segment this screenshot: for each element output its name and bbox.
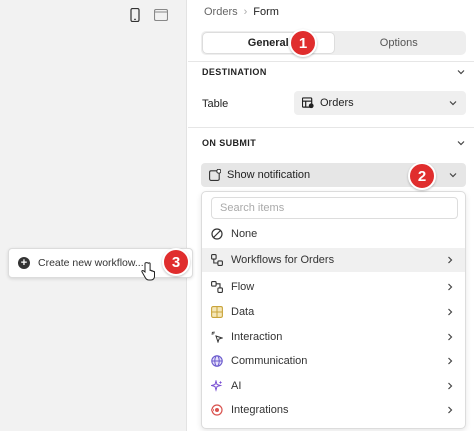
breadcrumb-parent[interactable]: Orders (204, 6, 238, 18)
menu-item-label: Data (231, 306, 255, 318)
chevron-down-icon (449, 101, 457, 106)
on-submit-heading: ON SUBMIT (202, 138, 257, 148)
menu-item-flow[interactable]: Flow (202, 275, 465, 299)
search-items-input[interactable] (211, 197, 458, 219)
table-label: Table (202, 98, 229, 110)
menu-item-label: Flow (231, 281, 255, 293)
menu-item-label: Workflows for Orders (231, 254, 335, 266)
breadcrumb-separator: › (243, 6, 248, 18)
menu-item-communication[interactable]: Communication (202, 349, 465, 373)
tablet-icon[interactable] (154, 8, 168, 22)
chevron-down-icon[interactable] (456, 138, 466, 148)
menu-item-interaction[interactable]: Interaction (202, 325, 465, 349)
chevron-right-icon (448, 333, 453, 341)
step-badge-2: 2 (408, 162, 436, 190)
flow-icon (211, 281, 223, 293)
workflow-icon (211, 254, 223, 266)
tab-options[interactable]: Options (334, 33, 465, 53)
data-grid-icon (211, 306, 223, 318)
menu-item-label: AI (231, 380, 242, 392)
chevron-right-icon (448, 382, 453, 390)
canvas-pane (0, 0, 187, 431)
menu-item-data[interactable]: Data (202, 300, 465, 324)
step-badge-1: 1 (289, 29, 317, 57)
action-dropdown-menu: None Workflows for Orders Flow Data Inte… (201, 191, 466, 429)
panel-tabs: General Options (201, 31, 466, 55)
integrations-icon (211, 404, 223, 416)
table-value: Orders (320, 97, 354, 109)
properties-panel: Orders › Form General Options DESTINATIO… (188, 0, 474, 431)
notification-icon (209, 169, 221, 181)
menu-item-integrations[interactable]: Integrations (202, 398, 465, 422)
chevron-right-icon (448, 357, 453, 365)
on-submit-value: Show notification (227, 169, 311, 181)
chevron-right-icon (448, 283, 453, 291)
mobile-icon[interactable] (128, 8, 142, 22)
interaction-cursor-icon (211, 331, 223, 343)
divider (188, 127, 474, 128)
menu-item-workflows[interactable]: Workflows for Orders (202, 248, 465, 272)
chevron-down-icon (449, 173, 457, 178)
globe-icon (211, 355, 223, 367)
menu-item-ai[interactable]: AI (202, 374, 465, 398)
sparkle-icon (211, 380, 223, 392)
breadcrumb-current: Form (253, 6, 279, 18)
menu-item-none[interactable]: None (202, 222, 465, 246)
table-select[interactable]: Orders (294, 91, 466, 115)
chevron-right-icon (448, 406, 453, 414)
chevron-down-icon[interactable] (456, 67, 466, 77)
breadcrumb: Orders › Form (204, 6, 279, 18)
hand-cursor-icon (141, 262, 155, 281)
destination-heading: DESTINATION (202, 67, 267, 77)
table-icon (302, 97, 314, 109)
menu-item-label: None (231, 228, 258, 240)
menu-item-label: Integrations (231, 404, 289, 416)
chevron-right-icon (448, 256, 453, 264)
chevron-right-icon (448, 308, 453, 316)
step-badge-3: 3 (162, 248, 190, 276)
menu-item-label: Communication (231, 355, 308, 367)
plus-circle-icon: + (18, 257, 30, 269)
none-icon (211, 228, 223, 240)
device-toggle (128, 8, 168, 22)
divider (188, 61, 474, 62)
menu-item-label: Interaction (231, 331, 283, 343)
create-workflow-label: Create new workflow... (38, 257, 144, 269)
